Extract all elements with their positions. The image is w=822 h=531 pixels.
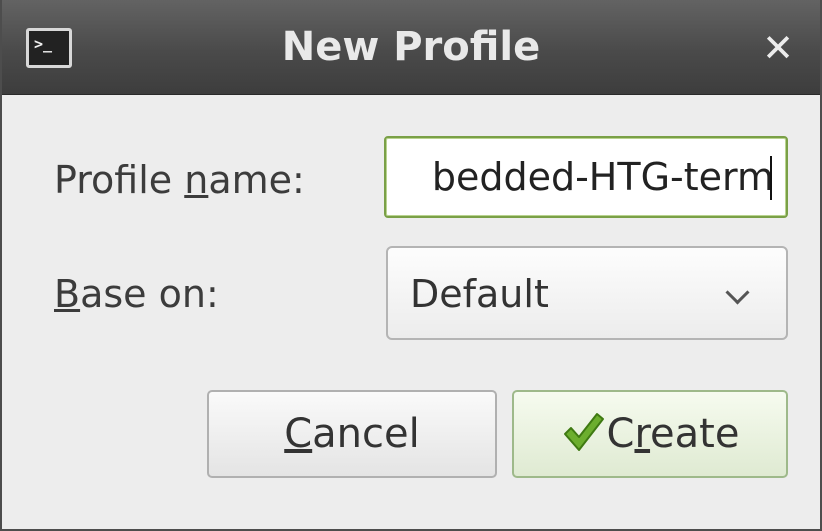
checkmark-icon: [563, 413, 604, 451]
dialog-title: New Profile: [281, 24, 541, 70]
profile-name-value: bedded-HTG-term: [431, 155, 774, 199]
text-cursor: [770, 156, 772, 200]
base-on-selected-value: Default: [410, 272, 549, 316]
cancel-button[interactable]: Cancel: [207, 390, 497, 478]
close-icon: ✕: [762, 26, 794, 70]
create-button[interactable]: Create: [512, 390, 788, 478]
new-profile-dialog: >_ New Profile ✕ Profile name: bedded-HT…: [0, 0, 822, 531]
chevron-down-icon: [725, 280, 750, 305]
title-bar[interactable]: >_ New Profile ✕: [2, 0, 820, 95]
profile-name-label: Profile name:: [54, 158, 305, 202]
close-button[interactable]: ✕: [758, 28, 798, 68]
base-on-dropdown[interactable]: Default: [386, 246, 788, 340]
profile-name-input[interactable]: bedded-HTG-term: [384, 136, 788, 218]
base-on-label: Base on:: [54, 272, 219, 316]
